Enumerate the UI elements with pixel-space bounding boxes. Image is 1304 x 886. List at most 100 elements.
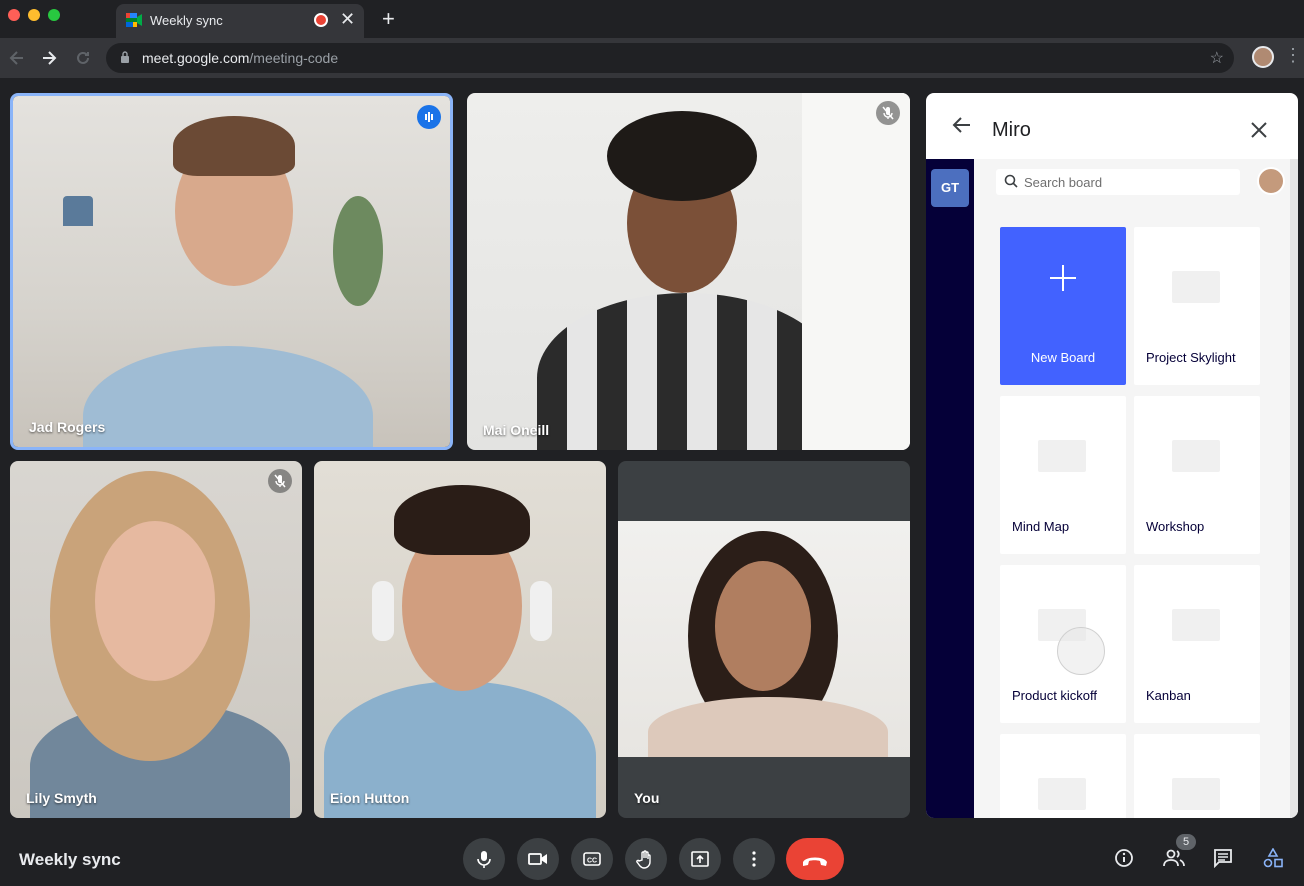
board-label: Project Skylight [1146,350,1236,365]
board-thumbnail-icon [1172,271,1220,303]
board-thumbnail-icon [1038,778,1086,810]
board-label: Product kickoff [1012,688,1098,703]
closed-captions-icon: CC [583,852,601,866]
board-card[interactable]: Workshop [1134,396,1260,554]
mic-muted-icon [876,101,900,125]
raise-hand-icon [636,850,651,869]
panel-header: Miro [926,93,1298,159]
meeting-title: Weekly sync [19,850,121,869]
board-card[interactable]: Kanban [1134,565,1260,723]
board-card[interactable] [1000,734,1126,818]
board-list-scrollbar[interactable] [1290,159,1298,818]
participant-name: Lily Smyth [26,790,97,806]
tab-close-icon[interactable]: ✕ [340,9,355,30]
participant-video [13,96,450,447]
board-thumbnail-icon [1172,609,1220,641]
panel-title: Miro [992,119,1031,141]
camera-button[interactable] [517,838,559,880]
participant-tile-you[interactable]: You [618,461,910,818]
hair [607,111,757,201]
search-icon [1004,174,1018,188]
reload-icon[interactable] [74,49,92,67]
maximize-window-button[interactable] [48,9,60,21]
headphone-left [372,581,394,641]
url-host: meet.google.com [142,50,250,66]
board-card[interactable]: Mind Map [1000,396,1126,554]
browser-profile-avatar[interactable] [1252,46,1274,68]
browser-tab[interactable]: Weekly sync ✕ [116,4,364,38]
participant-name: Eion Hutton [330,790,410,806]
present-screen-icon [691,851,709,867]
hair [394,485,530,555]
new-tab-button[interactable]: + [382,6,395,32]
miro-workspace-rail: GT [926,159,974,818]
microphone-button[interactable] [463,838,505,880]
back-arrow-icon[interactable] [952,115,972,135]
browser-toolbar: meet.google.com/meeting-code ☆ ⋮ [0,38,1304,78]
meeting-controls-bar: Weekly sync CC 5 [0,830,1304,886]
new-board-button[interactable]: New Board [1000,227,1126,385]
board-thumbnail-icon [1038,440,1086,472]
activities-icon[interactable] [1263,848,1283,868]
participant-name: Mai Oneill [483,422,550,438]
url-path: /meeting-code [249,50,339,66]
board-card[interactable] [1134,734,1260,818]
lock-icon [121,51,129,63]
recording-indicator-icon [314,13,328,27]
captions-button[interactable]: CC [571,838,613,880]
workspace-button[interactable]: GT [931,169,969,207]
board-label: Mind Map [1012,519,1070,534]
participant-tile-lily-smyth[interactable]: Lily Smyth [10,461,302,818]
close-icon[interactable] [1250,121,1268,139]
forward-icon[interactable] [40,49,58,67]
camera-icon [528,853,547,865]
shirt [83,346,373,447]
shirt [648,697,888,757]
participant-count-badge: 5 [1176,834,1196,850]
participant-video [467,93,910,450]
tab-title: Weekly sync [150,13,223,28]
board-card[interactable]: Project Skylight [1134,227,1260,385]
meeting-details-icon[interactable] [1114,848,1134,868]
more-options-button[interactable] [733,838,775,880]
close-window-button[interactable] [8,9,20,21]
plus-icon [1050,265,1076,291]
plant [333,196,383,306]
browser-tab-bar: Weekly sync ✕ + [0,0,1304,38]
board-card[interactable]: Product kickoff [1000,565,1126,723]
raise-hand-button[interactable] [625,838,667,880]
face [95,521,215,681]
participant-video [10,461,302,818]
lamp [63,196,93,226]
participant-tile-mai-oneill[interactable]: Mai Oneill [467,93,910,450]
svg-text:CC: CC [587,858,597,865]
speaking-indicator-icon [417,105,441,129]
self-video [618,521,910,757]
bookmark-star-icon[interactable]: ☆ [1210,48,1224,68]
phone-hangup-icon [803,857,827,866]
chat-icon[interactable] [1213,848,1233,868]
miro-user-avatar[interactable] [1257,167,1285,195]
board-label: Workshop [1146,519,1205,534]
people-icon[interactable] [1163,848,1185,868]
face [715,561,811,691]
mic-muted-icon [268,469,292,493]
leave-call-button[interactable] [786,838,844,880]
board-label: Kanban [1146,688,1191,703]
present-screen-button[interactable] [679,838,721,880]
search-board-input[interactable]: Search board [996,169,1240,195]
board-label: New Board [1030,350,1096,365]
cursor-hover-indicator [1057,627,1105,675]
address-bar[interactable]: meet.google.com/meeting-code ☆ [106,43,1234,73]
back-icon[interactable] [8,49,26,67]
browser-menu-icon[interactable]: ⋮ [1284,45,1302,66]
window [802,93,910,450]
minimize-window-button[interactable] [28,9,40,21]
headphone-right [530,581,552,641]
participant-tile-jad-rogers[interactable]: Jad Rogers [10,93,453,450]
shirt [537,293,837,450]
miro-side-panel: Miro GT Search board New Board Project S… [926,93,1298,818]
miro-board-list: Search board New Board Project Skylight … [974,159,1298,818]
participant-video [314,461,606,818]
participant-tile-eion-hutton[interactable]: Eion Hutton [314,461,606,818]
